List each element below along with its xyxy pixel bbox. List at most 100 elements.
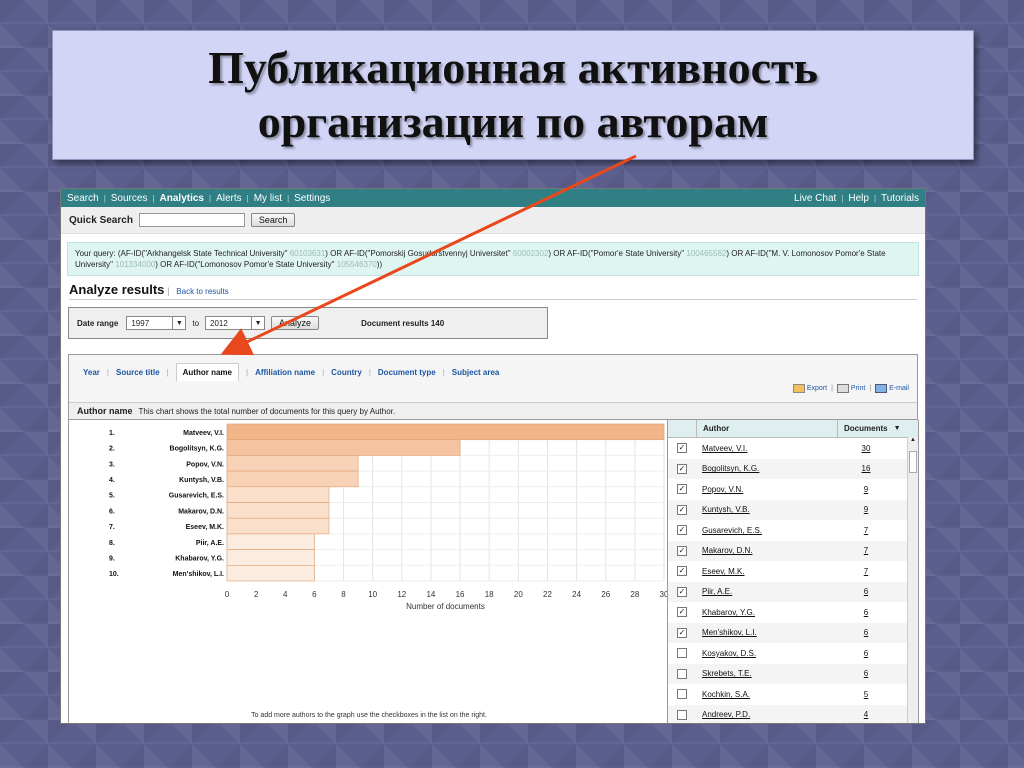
author-checkbox[interactable]: ✓ bbox=[677, 566, 687, 577]
nav-settings[interactable]: Settings bbox=[294, 193, 330, 204]
scroll-up-icon[interactable]: ▲ bbox=[908, 437, 918, 447]
tab-source-title[interactable]: Source title bbox=[116, 364, 160, 381]
nav-tutorials[interactable]: Tutorials bbox=[881, 193, 919, 204]
author-checkbox[interactable]: ✓ bbox=[677, 627, 687, 638]
bar-rank-label: 5. bbox=[109, 493, 115, 500]
bar-rank-label: 9. bbox=[109, 555, 115, 562]
author-link[interactable]: Matveev, V.I. bbox=[696, 444, 836, 453]
nav-live-chat[interactable]: Live Chat bbox=[794, 193, 836, 204]
documents-count-link[interactable]: 6 bbox=[836, 587, 896, 596]
bar bbox=[226, 533, 315, 550]
documents-count-link[interactable]: 30 bbox=[836, 444, 896, 453]
documents-count-link[interactable]: 6 bbox=[836, 649, 896, 658]
documents-count-link[interactable]: 7 bbox=[836, 546, 896, 555]
documents-count-link[interactable]: 6 bbox=[836, 608, 896, 617]
chevron-down-icon: ▼ bbox=[172, 317, 185, 329]
author-link[interactable]: Piir, A.E. bbox=[696, 587, 836, 596]
query-text: ) OR AF-ID("Pomor'e State University" bbox=[548, 249, 685, 258]
nav-analytics[interactable]: Analytics bbox=[160, 193, 204, 204]
author-bar-chart: 1. Matveev, V.I. 2. Bogolitsyn, K.G. 3. Popov… bbox=[68, 420, 667, 723]
author-checkbox[interactable]: ✓ bbox=[677, 443, 687, 454]
author-link[interactable]: Kochkin, S.A. bbox=[696, 690, 836, 699]
bar-author-label: Piir, A.E. bbox=[196, 540, 224, 547]
back-to-results-link[interactable]: Back to results bbox=[176, 287, 228, 296]
header-documents[interactable]: Documents ▼ bbox=[838, 420, 904, 437]
author-checkbox[interactable]: ✓ bbox=[677, 586, 687, 597]
author-link[interactable]: Bogolitsyn, K.G. bbox=[696, 464, 836, 473]
checkbox-cell: ✓ bbox=[668, 463, 696, 474]
checkbox-cell: ✓ bbox=[668, 586, 696, 597]
export-link[interactable]: Export bbox=[807, 385, 827, 392]
quick-search-input[interactable] bbox=[138, 213, 245, 227]
tab-affiliation-name[interactable]: Affiliation name bbox=[255, 364, 315, 381]
table-row: ✓ Kuntysh, V.B. 9 bbox=[668, 499, 918, 520]
table-row: ✓ Popov, V.N. 9 bbox=[668, 479, 918, 500]
tab-subject-area[interactable]: Subject area bbox=[452, 364, 500, 381]
documents-count-link[interactable]: 5 bbox=[836, 690, 896, 699]
tab-country[interactable]: Country bbox=[331, 364, 362, 381]
documents-count-link[interactable]: 16 bbox=[836, 464, 896, 473]
quick-search-button[interactable]: Search bbox=[250, 213, 296, 227]
author-checkbox[interactable]: ✓ bbox=[677, 484, 687, 495]
query-id: 101334000 bbox=[115, 260, 156, 269]
author-table: Author Documents ▼ ✓ Matveev, V.I. 30 ✓ Bogol… bbox=[667, 420, 919, 723]
author-link[interactable]: Khabarov, Y.G. bbox=[696, 608, 836, 617]
x-tick-label: 4 bbox=[283, 590, 288, 599]
author-link[interactable]: Gusarevich, E.S. bbox=[696, 526, 836, 535]
query-text: )) bbox=[376, 260, 383, 269]
analysis-tabs-panel: Year | Source title | Author name | Affilia… bbox=[68, 354, 918, 420]
author-checkbox[interactable] bbox=[677, 709, 687, 720]
nav-my-list[interactable]: My list bbox=[254, 193, 282, 204]
author-checkbox[interactable]: ✓ bbox=[677, 545, 687, 556]
tab-year[interactable]: Year bbox=[83, 364, 100, 381]
email-icon bbox=[875, 384, 888, 393]
author-link[interactable]: Skrebets, T.E. bbox=[696, 669, 836, 678]
author-link[interactable]: Andreev, P.D. bbox=[696, 710, 836, 719]
author-checkbox[interactable]: ✓ bbox=[677, 463, 687, 474]
author-checkbox[interactable] bbox=[677, 668, 687, 679]
author-checkbox[interactable]: ✓ bbox=[677, 504, 687, 515]
documents-count-link[interactable]: 6 bbox=[836, 669, 896, 678]
checkbox-cell: ✓ bbox=[668, 484, 696, 495]
author-link[interactable]: Men'shikov, L.I. bbox=[696, 628, 836, 637]
header-author[interactable]: Author bbox=[697, 420, 838, 437]
author-checkbox[interactable]: ✓ bbox=[677, 607, 687, 618]
author-checkbox[interactable] bbox=[677, 689, 687, 700]
documents-count-link[interactable]: 7 bbox=[836, 526, 896, 535]
author-link[interactable]: Popov, V.N. bbox=[696, 485, 836, 494]
nav-search[interactable]: Search bbox=[67, 193, 99, 204]
documents-count-link[interactable]: 9 bbox=[836, 485, 896, 494]
quick-search-label: Quick Search bbox=[69, 214, 133, 226]
author-checkbox[interactable]: ✓ bbox=[677, 525, 687, 536]
date-from-select[interactable]: 1997 ▼ bbox=[126, 316, 187, 330]
email-link[interactable]: E-mail bbox=[889, 385, 909, 392]
documents-count-link[interactable]: 9 bbox=[836, 505, 896, 514]
documents-count-link[interactable]: 4 bbox=[836, 710, 896, 719]
nav-sources[interactable]: Sources bbox=[111, 193, 148, 204]
print-link[interactable]: Print bbox=[851, 385, 865, 392]
bar-rank-label: 6. bbox=[109, 508, 115, 515]
date-from-value: 1997 bbox=[131, 318, 150, 328]
table-row: Kosyakov, D.S. 6 bbox=[668, 643, 918, 664]
author-link[interactable]: Eseev, M.K. bbox=[696, 567, 836, 576]
author-link[interactable]: Kuntysh, V.B. bbox=[696, 505, 836, 514]
checkbox-cell: ✓ bbox=[668, 504, 696, 515]
checkbox-cell bbox=[668, 648, 696, 659]
bar-rank-label: 10. bbox=[109, 571, 119, 578]
table-scrollbar[interactable]: ▲ bbox=[907, 437, 918, 723]
nav-help[interactable]: Help bbox=[848, 193, 869, 204]
bar-author-label: Matveev, V.I. bbox=[183, 430, 224, 437]
nav-alerts[interactable]: Alerts bbox=[216, 193, 242, 204]
query-id: 105546370 bbox=[336, 260, 377, 269]
tab-author-name[interactable]: Author name bbox=[175, 363, 239, 381]
tab-document-type[interactable]: Document type bbox=[378, 364, 436, 381]
date-to-select[interactable]: 2012 ▼ bbox=[205, 316, 266, 330]
author-link[interactable]: Kosyakov, D.S. bbox=[696, 649, 836, 658]
author-checkbox[interactable] bbox=[677, 648, 687, 659]
analyze-button[interactable]: Analyze bbox=[271, 316, 320, 330]
documents-count-link[interactable]: 6 bbox=[836, 628, 896, 637]
bar bbox=[226, 423, 665, 440]
author-link[interactable]: Makarov, D.N. bbox=[696, 546, 836, 555]
documents-count-link[interactable]: 7 bbox=[836, 567, 896, 576]
scrollbar-thumb[interactable] bbox=[909, 451, 917, 473]
